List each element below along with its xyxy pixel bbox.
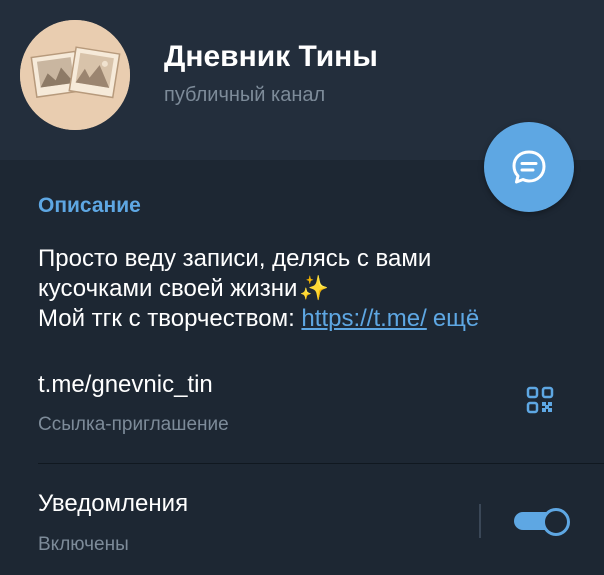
qr-code-icon[interactable]: [526, 386, 554, 419]
channel-title: Дневник Тины: [164, 40, 378, 73]
channel-avatar[interactable]: [20, 20, 130, 130]
divider: [38, 463, 604, 464]
sparkle-emoji: ✨: [299, 275, 330, 302]
description-line-2-text: кусочками своей жизни: [38, 275, 298, 302]
invite-link[interactable]: t.me/gnevnic_tin: [38, 371, 213, 399]
notifications-title[interactable]: Уведомления: [38, 490, 188, 518]
photo-collage-avatar: [20, 20, 130, 130]
description-section-label: Описание: [38, 194, 141, 217]
notifications-status: Включены: [38, 534, 129, 555]
description-line-3: Мой тгк с творчеством: https://t.me/ещё: [38, 304, 578, 334]
channel-type: публичный канал: [164, 84, 326, 106]
description-line-1: Просто веду записи, делясь с вами: [38, 245, 432, 272]
description-line-2: кусочками своей жизни✨: [38, 274, 578, 304]
channel-description: Просто веду записи, делясь с вами кусочк…: [38, 244, 578, 334]
toggle-knob: [542, 508, 570, 536]
description-line-3-prefix: Мой тгк с творчеством:: [38, 305, 302, 332]
chat-bubble-icon: [512, 150, 546, 184]
invite-link-caption: Ссылка-приглашение: [38, 414, 229, 435]
discussion-button[interactable]: [484, 122, 574, 212]
vertical-separator: [479, 504, 481, 538]
notifications-toggle[interactable]: [510, 506, 570, 536]
show-more-link[interactable]: ещё: [433, 305, 479, 332]
description-link[interactable]: https://t.me/: [301, 305, 426, 332]
